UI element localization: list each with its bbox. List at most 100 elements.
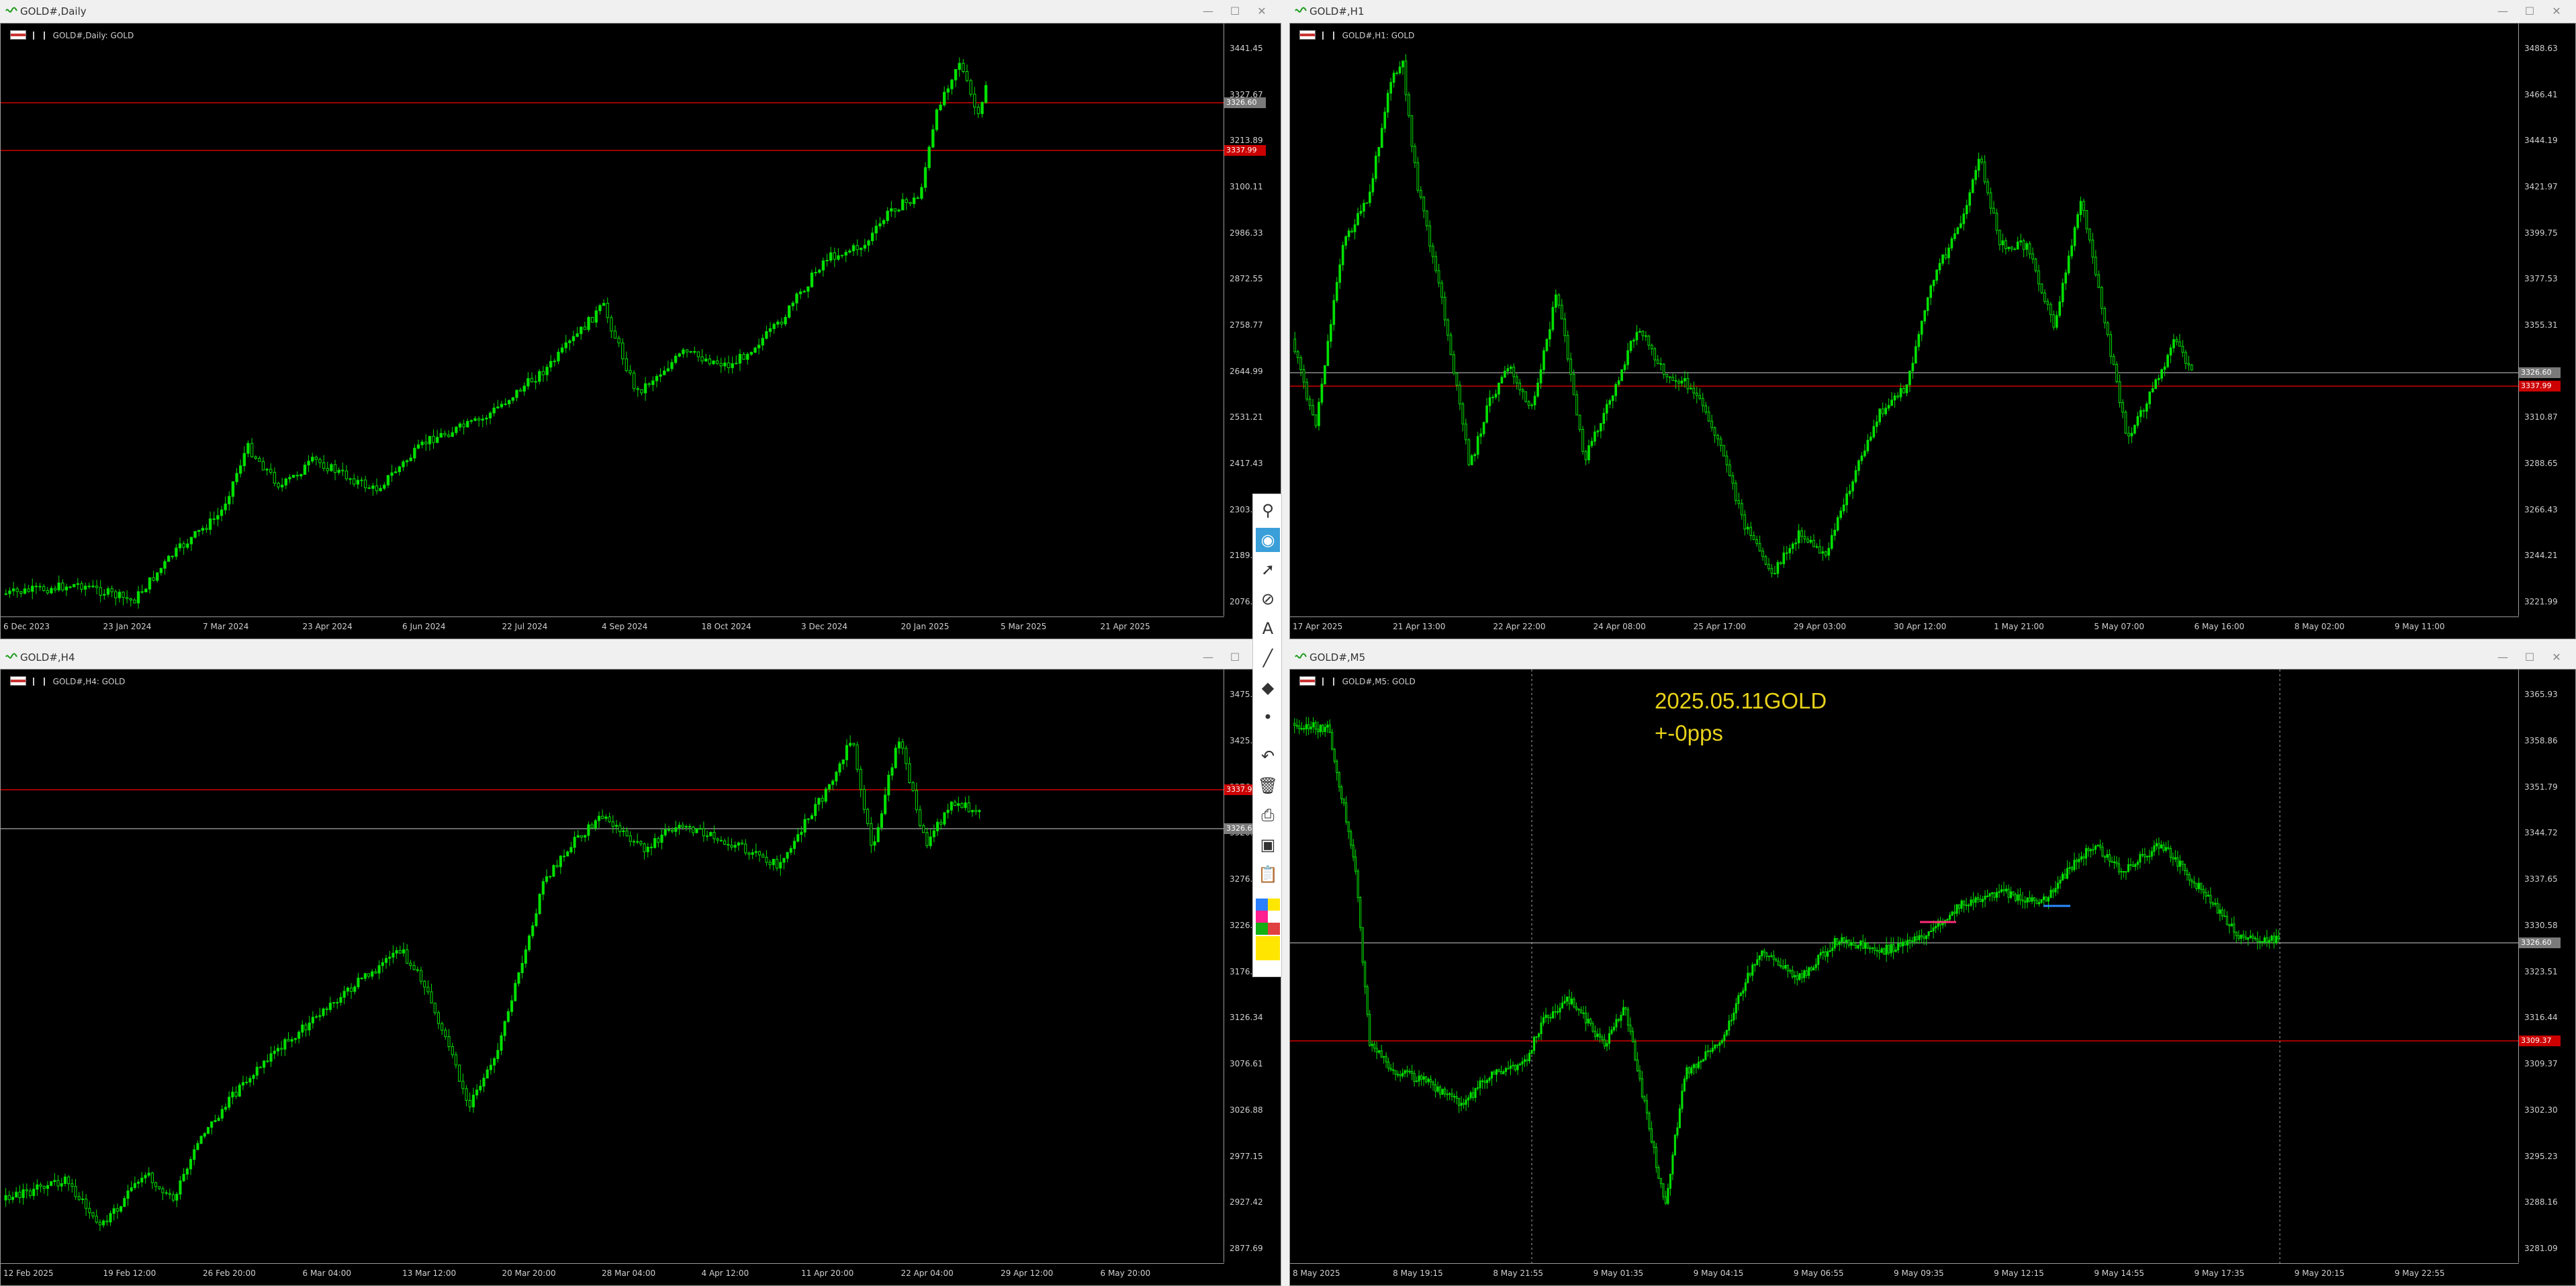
price-tick-label: 3213.89	[1230, 136, 1263, 146]
close-icon[interactable]: ✕	[1250, 0, 1273, 23]
minimize-icon[interactable]: —	[2491, 0, 2514, 23]
color-swatch-yellow-large[interactable]	[1256, 936, 1280, 960]
time-tick-label: 22 Apr 22:00	[1493, 622, 1546, 631]
color-swatch-white[interactable]	[1268, 911, 1280, 923]
price-tick-label: 3310.87	[2524, 412, 2558, 422]
annotation-text-line1[interactable]: 2025.05.11GOLD	[1655, 688, 1827, 714]
maximize-icon[interactable]: ☐	[2518, 0, 2541, 23]
dot-icon[interactable]: •	[1256, 705, 1280, 729]
price-tick-label: 3302.30	[2524, 1105, 2558, 1115]
candle-series	[1, 57, 1224, 609]
minimize-icon[interactable]: —	[1197, 646, 1220, 669]
close-icon[interactable]: ✕	[2545, 646, 2568, 669]
price-tick-label: 3288.65	[2524, 459, 2558, 468]
screenshot-icon[interactable]: ▣	[1256, 833, 1280, 857]
time-tick-label: 29 Apr 12:00	[1001, 1269, 1054, 1278]
window-titlebar[interactable]: GOLD#,H4 — ☐ ✕	[0, 646, 1281, 669]
current-price-label: 3309.37	[2519, 1036, 2561, 1046]
window-titlebar[interactable]: GOLD#,Daily — ☐ ✕	[0, 0, 1281, 23]
window-title: GOLD#,Daily	[20, 5, 87, 17]
cursor-icon[interactable]: ➚	[1256, 557, 1280, 582]
pin-icon[interactable]: ⚲	[1256, 498, 1280, 522]
price-tick-label: 3295.23	[2524, 1151, 2558, 1161]
color-swatch-yellow[interactable]	[1268, 899, 1280, 911]
time-tick-label: 5 May 07:00	[2094, 622, 2144, 631]
time-tick-label: 1 May 21:00	[1994, 622, 2044, 631]
chart-window-h1[interactable]: GOLD#,H1 — ☐ ✕ GOLD#,H1: GOLD 3488.63 346…	[1289, 0, 2576, 639]
time-tick-label: 20 Jan 2025	[901, 622, 950, 631]
chart-window-icon	[1295, 653, 1307, 659]
color-swatch-blue[interactable]	[1256, 899, 1268, 911]
color-swatch-red[interactable]	[1268, 923, 1280, 935]
time-tick-label: 3 Dec 2024	[801, 622, 848, 631]
time-tick-label: 23 Apr 2024	[302, 622, 353, 631]
price-tick-label: 3323.51	[2524, 966, 2558, 976]
maximize-icon[interactable]: ☐	[1224, 646, 1246, 669]
price-tick-label: 3466.41	[2524, 89, 2558, 99]
price-tick-label: 3441.45	[1230, 44, 1263, 53]
time-axis[interactable]: 12 Feb 2025 19 Feb 12:00 26 Feb 20:00 6 Mar…	[1, 1263, 1224, 1285]
eraser-circle-icon[interactable]: ⊘	[1256, 587, 1280, 611]
time-tick-label: 8 May 2025	[1293, 1269, 1340, 1278]
maximize-icon[interactable]: ☐	[2518, 646, 2541, 669]
price-axis[interactable]: 3365.93 3358.86 3351.79 3344.72 3337.65 3330.…	[2518, 670, 2575, 1262]
time-axis[interactable]: 6 Dec 2023 23 Jan 2024 7 Mar 2024 23 Apr 20…	[1, 616, 1224, 639]
time-tick-label: 4 Apr 12:00	[701, 1269, 749, 1278]
price-axis[interactable]: 3488.63 3466.41 3444.19 3421.97 3399.75 3377.…	[2518, 24, 2575, 616]
time-tick-label: 17 Apr 2025	[1293, 622, 1343, 631]
price-tick-label: 3126.34	[1230, 1013, 1263, 1023]
minimize-icon[interactable]: —	[1197, 0, 1220, 23]
time-tick-label: 29 Apr 03:00	[1793, 622, 1847, 631]
chart-area[interactable]: GOLD#,H1: GOLD 3488.63 3466.41 3444.19 3421…	[1289, 23, 2576, 639]
trash-icon[interactable]: 🗑	[1256, 774, 1280, 798]
window-title: GOLD#,H4	[20, 651, 75, 663]
chart-area[interactable]: GOLD#,H4: GOLD 3475.713425.963376.213326…	[0, 669, 1281, 1286]
line-icon[interactable]: ╱	[1256, 646, 1280, 670]
current-price-label: 3337.99	[2519, 381, 2561, 392]
minimize-icon[interactable]: —	[2491, 646, 2514, 669]
time-axis[interactable]: 8 May 2025 8 May 19:15 8 May 21:55 9 May 01…	[1290, 1263, 2519, 1285]
time-tick-label: 21 Apr 2025	[1100, 622, 1150, 631]
color-swatch-magenta[interactable]	[1256, 911, 1268, 923]
price-tick-label: 3288.16	[2524, 1197, 2558, 1207]
window-titlebar[interactable]: GOLD#,M5 — ☐ ✕	[1289, 646, 2576, 669]
price-tick-label: 3026.88	[1230, 1105, 1263, 1115]
price-tick-label: 3365.93	[2524, 690, 2558, 699]
maximize-icon[interactable]: ☐	[1224, 0, 1246, 23]
chart-window-h4[interactable]: GOLD#,H4 — ☐ ✕ GOLD#,H4: GOLD 3475.71342…	[0, 646, 1281, 1286]
chart-area[interactable]: GOLD#,Daily: GOLD 3441.45 3327.67 3213.89 3…	[0, 23, 1281, 639]
price-tick-label: 3281.09	[2524, 1244, 2558, 1253]
chart-window-icon	[5, 7, 17, 13]
chart-window-icon	[5, 653, 17, 659]
current-price-label: 3337.99	[1224, 145, 1266, 156]
print-icon[interactable]: ⎙	[1256, 803, 1280, 827]
chart-window-m5[interactable]: GOLD#,M5 — ☐ ✕ GOLD#,M5: GOLD 2025.05.11…	[1289, 646, 2576, 1286]
text-icon[interactable]: A	[1256, 616, 1280, 641]
price-tick-label: 3444.19	[2524, 136, 2558, 146]
chart-area[interactable]: GOLD#,M5: GOLD 2025.05.11GOLD +-0pps 336…	[1289, 669, 2576, 1286]
eye-icon[interactable]: ◉	[1256, 528, 1280, 552]
price-tick-label: 2758.77	[1230, 320, 1263, 330]
annotation-text-line2[interactable]: +-0pps	[1655, 721, 1723, 746]
color-swatch-green[interactable]	[1256, 923, 1268, 935]
candle-series	[1, 735, 1224, 1232]
price-tick-label: 3100.11	[1230, 182, 1263, 191]
price-tick-label: 2977.15	[1230, 1151, 1263, 1161]
price-tick-label: 3337.65	[2524, 874, 2558, 884]
close-icon[interactable]: ✕	[2545, 0, 2568, 23]
time-axis[interactable]: 17 Apr 2025 21 Apr 13:00 22 Apr 22:00 24 Ap…	[1290, 616, 2519, 639]
window-title: GOLD#,M5	[1309, 651, 1366, 663]
time-tick-label: 9 May 12:15	[1994, 1269, 2044, 1278]
undo-icon[interactable]: ↶	[1256, 744, 1280, 768]
price-tick-label: 2872.55	[1230, 274, 1263, 284]
ruler-icon[interactable]: ◆	[1256, 676, 1280, 700]
chart-window-daily[interactable]: GOLD#,Daily — ☐ ✕ GOLD#,Daily: GOLD 3441…	[0, 0, 1281, 639]
time-tick-label: 18 Oct 2024	[701, 622, 751, 631]
time-tick-label: 9 May 09:35	[1894, 1269, 1944, 1278]
price-tick-label: 3076.61	[1230, 1059, 1263, 1068]
candles	[1293, 54, 2193, 578]
time-tick-label: 12 Feb 2025	[3, 1269, 54, 1278]
time-tick-label: 21 Apr 13:00	[1393, 622, 1446, 631]
window-titlebar[interactable]: GOLD#,H1 — ☐ ✕	[1289, 0, 2576, 23]
clipboard-icon[interactable]: 📋	[1256, 862, 1280, 886]
